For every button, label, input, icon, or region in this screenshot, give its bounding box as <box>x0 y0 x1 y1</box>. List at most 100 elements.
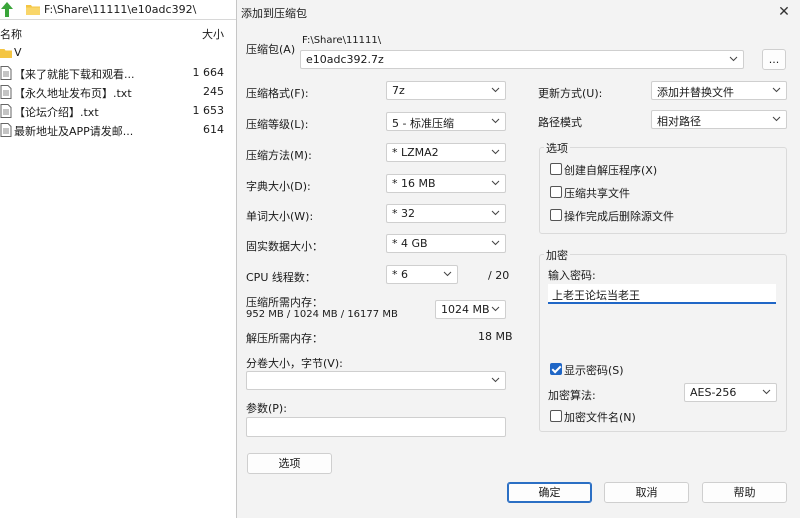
decompress-memory-label: 解压所需内存： <box>246 332 323 345</box>
archive-folder: F:\Share\11111\ <box>302 35 382 46</box>
text-file-icon <box>0 85 12 99</box>
compress-memory-detail: 952 MB / 1024 MB / 16177 MB <box>246 309 398 320</box>
help-button[interactable]: 帮助 <box>702 482 787 503</box>
column-header-name[interactable]: 名称 <box>0 26 22 42</box>
dialog-title: 添加到压缩包 <box>241 7 307 20</box>
encryption-method-select[interactable]: AES-256 <box>684 383 777 402</box>
sfx-label[interactable]: 创建自解压程序(X) <box>564 162 657 178</box>
chevron-down-icon <box>491 377 500 383</box>
method-value: * LZMA2 <box>392 146 439 159</box>
path-mode-select[interactable]: 相对路径 <box>651 110 787 129</box>
file-list-header: 名称 大小 <box>0 24 236 42</box>
level-select[interactable]: 5 - 标准压缩 <box>386 112 506 131</box>
update-mode-label: 更新方式(U): <box>538 87 603 100</box>
chevron-down-icon <box>729 56 738 62</box>
file-name: V <box>14 46 22 59</box>
solid-block-size-select[interactable]: * 4 GB <box>386 234 506 253</box>
ok-button[interactable]: 确定 <box>507 482 592 503</box>
chevron-down-icon <box>491 306 500 312</box>
word-size-value: * 32 <box>392 207 415 220</box>
archive-name-value: e10adc392.7z <box>306 53 384 66</box>
encrypt-filenames-checkbox[interactable] <box>550 410 562 422</box>
show-password-checkbox[interactable] <box>550 363 562 375</box>
chevron-down-icon <box>772 87 781 93</box>
delete-after-label[interactable]: 操作完成后删除源文件 <box>564 208 674 224</box>
encryption-group-title: 加密 <box>544 247 570 263</box>
options-button[interactable]: 选项 <box>247 453 332 474</box>
dictionary-size-select[interactable]: * 16 MB <box>386 174 506 193</box>
chevron-down-icon <box>772 116 781 122</box>
folder-icon <box>26 5 40 15</box>
archive-label: 压缩包(A) <box>246 43 296 56</box>
file-name: 【论坛介绍】.txt <box>14 106 99 119</box>
chevron-down-icon <box>762 389 771 395</box>
update-mode-value: 添加并替换文件 <box>657 86 734 99</box>
chevron-down-icon <box>491 118 500 124</box>
current-path[interactable]: F:\Share\11111\e10adc392\ <box>44 3 196 16</box>
file-name: 【来了就能下载和观看... <box>14 68 135 81</box>
level-label: 压缩等级(L): <box>246 118 309 131</box>
file-size: 1 664 <box>192 66 225 79</box>
text-file-icon <box>0 123 12 137</box>
show-password-label[interactable]: 显示密码(S) <box>564 362 624 378</box>
encrypt-filenames-label[interactable]: 加密文件名(N) <box>564 409 636 425</box>
password-label: 输入密码: <box>548 269 596 282</box>
chevron-down-icon <box>491 87 500 93</box>
encryption-method-label: 加密算法: <box>548 389 596 402</box>
chevron-down-icon <box>491 210 500 216</box>
close-icon: ✕ <box>778 4 790 20</box>
dictionary-size-label: 字典大小(D): <box>246 180 311 193</box>
cpu-threads-select[interactable]: * 6 <box>386 265 458 284</box>
word-size-label: 单词大小(W): <box>246 210 314 223</box>
file-manager-panel: F:\Share\11111\e10adc392\ 名称 大小 V 【来了就能下… <box>0 0 236 518</box>
file-name: 最新地址及APP请发邮... <box>14 125 134 138</box>
method-select[interactable]: * LZMA2 <box>386 143 506 162</box>
list-item[interactable]: 最新地址及APP请发邮... 614 <box>0 121 236 139</box>
file-size: 1 653 <box>192 104 225 117</box>
method-label: 压缩方法(M): <box>246 149 312 162</box>
cpu-threads-label: CPU 线程数： <box>246 271 316 284</box>
solid-block-size-label: 固实数据大小： <box>246 240 323 253</box>
file-name: 【永久地址发布页】.txt <box>14 87 132 100</box>
solid-block-size-value: * 4 GB <box>392 237 428 250</box>
list-item[interactable]: V <box>0 44 236 62</box>
browse-button[interactable]: ... <box>762 49 786 70</box>
update-mode-select[interactable]: 添加并替换文件 <box>651 81 787 100</box>
chevron-down-icon <box>443 271 452 277</box>
chevron-down-icon <box>491 240 500 246</box>
level-value: 5 - 标准压缩 <box>392 117 454 130</box>
archive-name-combobox[interactable]: e10adc392.7z <box>300 50 744 69</box>
path-mode-label: 路径模式 <box>538 116 582 129</box>
file-size: 614 <box>203 123 224 136</box>
parameters-input[interactable] <box>246 417 506 437</box>
chevron-down-icon <box>491 149 500 155</box>
cancel-button[interactable]: 取消 <box>604 482 689 503</box>
column-header-size[interactable]: 大小 <box>202 26 224 42</box>
list-item[interactable]: 【永久地址发布页】.txt 245 <box>0 83 236 101</box>
memory-usage-value: 1024 MB <box>441 303 490 316</box>
word-size-select[interactable]: * 32 <box>386 204 506 223</box>
close-button[interactable]: ✕ <box>774 3 794 21</box>
parameters-label: 参数(P): <box>246 402 287 415</box>
up-arrow-icon[interactable] <box>0 1 14 18</box>
options-group-title: 选项 <box>544 140 570 156</box>
password-input[interactable]: 上老王论坛当老王 <box>548 284 776 304</box>
dictionary-size-value: * 16 MB <box>392 177 436 190</box>
list-item[interactable]: 【论坛介绍】.txt 1 653 <box>0 102 236 120</box>
address-bar[interactable]: F:\Share\11111\e10adc392\ <box>0 0 236 20</box>
format-select[interactable]: 7z <box>386 81 506 100</box>
split-size-label: 分卷大小，字节(V): <box>246 357 343 370</box>
path-mode-value: 相对路径 <box>657 115 701 128</box>
decompress-memory-value: 18 MB <box>478 330 513 343</box>
format-value: 7z <box>392 84 405 97</box>
list-item[interactable]: 【来了就能下载和观看... 1 664 <box>0 64 236 82</box>
shared-files-checkbox[interactable] <box>550 186 562 198</box>
memory-usage-select[interactable]: 1024 MB <box>435 300 506 319</box>
cpu-threads-max: / 20 <box>488 269 510 282</box>
cpu-threads-value: * 6 <box>392 268 408 281</box>
split-size-combobox[interactable] <box>246 371 506 390</box>
shared-files-label[interactable]: 压缩共享文件 <box>564 185 630 201</box>
sfx-checkbox[interactable] <box>550 163 562 175</box>
delete-after-checkbox[interactable] <box>550 209 562 221</box>
compress-memory-label: 压缩所需内存： <box>246 296 323 309</box>
